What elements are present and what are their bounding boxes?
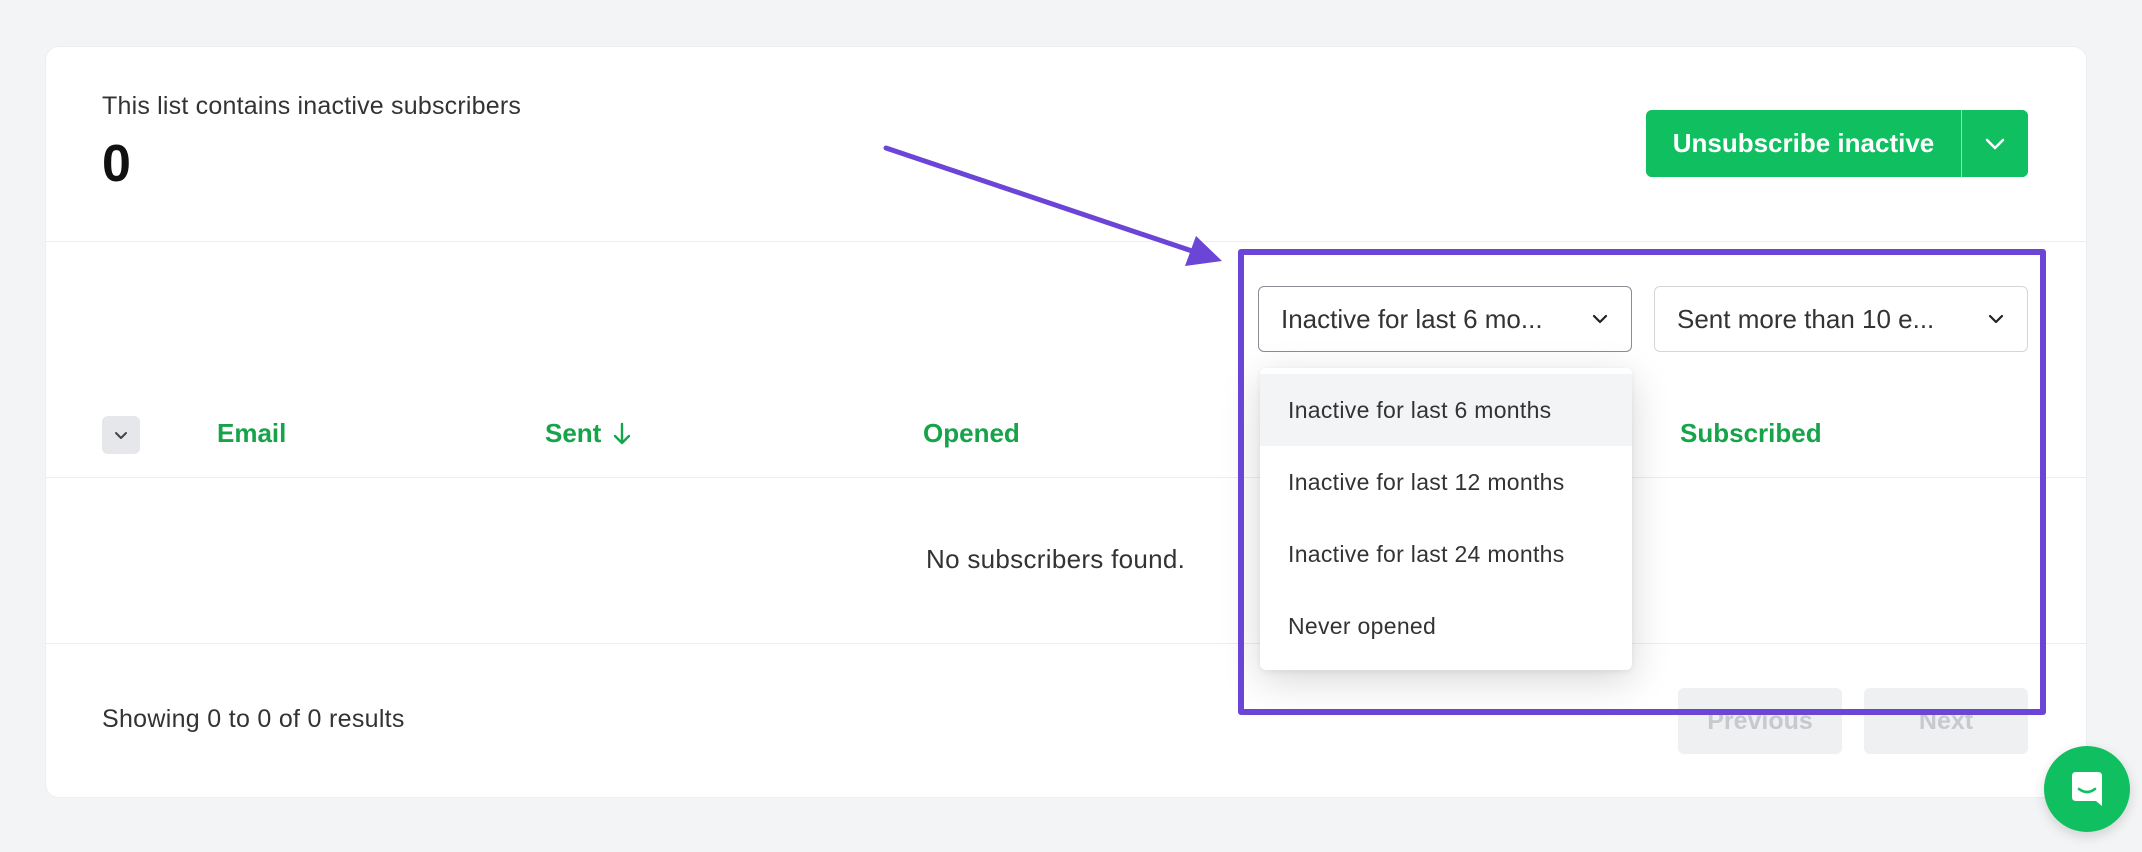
chevron-down-icon xyxy=(1988,314,2004,324)
chevron-down-icon xyxy=(1592,314,1608,324)
next-page-button[interactable]: Next xyxy=(1864,688,2028,754)
sent-filter-select[interactable]: Sent more than 10 e... xyxy=(1654,286,2028,352)
unsubscribe-options-button[interactable] xyxy=(1961,110,2028,177)
unsubscribe-button-group: Unsubscribe inactive xyxy=(1646,110,2028,177)
dropdown-option-12-months[interactable]: Inactive for last 12 months xyxy=(1260,446,1632,518)
column-opened-label: Opened xyxy=(923,418,1020,448)
chevron-down-icon xyxy=(115,432,127,439)
column-email-label: Email xyxy=(217,418,287,448)
chat-launcher-button[interactable] xyxy=(2044,746,2130,832)
table-header-divider xyxy=(46,477,2086,478)
dropdown-option-never-opened[interactable]: Never opened xyxy=(1260,590,1632,662)
chevron-down-icon xyxy=(1985,138,2005,149)
dropdown-option-6-months[interactable]: Inactive for last 6 months xyxy=(1260,374,1632,446)
sent-filter-value: Sent more than 10 e... xyxy=(1677,303,1935,334)
chat-bubble-icon xyxy=(2072,772,2102,806)
column-subscribed[interactable]: Subscribed xyxy=(1680,418,1822,449)
previous-page-button[interactable]: Previous xyxy=(1678,688,1842,754)
column-email[interactable]: Email xyxy=(217,418,286,449)
inactivity-filter-value: Inactive for last 6 mo... xyxy=(1281,303,1543,334)
table-footer-divider xyxy=(46,643,2086,644)
header-divider xyxy=(46,241,2086,242)
subscribers-table-header: Email Sent Opened Subscribed xyxy=(46,398,2086,478)
inactivity-filter-dropdown: Inactive for last 6 months Inactive for … xyxy=(1260,368,1632,670)
unsubscribe-inactive-button[interactable]: Unsubscribe inactive xyxy=(1646,110,1961,177)
column-sent[interactable]: Sent xyxy=(545,418,633,449)
column-opened[interactable]: Opened xyxy=(923,418,1020,449)
empty-state-message: No subscribers found. xyxy=(926,544,1186,574)
select-all-toggle[interactable] xyxy=(102,416,140,454)
dropdown-option-24-months[interactable]: Inactive for last 24 months xyxy=(1260,518,1632,590)
inactive-summary-count: 0 xyxy=(102,135,131,193)
column-sent-label: Sent xyxy=(545,418,602,448)
inactive-summary-label: This list contains inactive subscribers xyxy=(102,92,522,120)
arrow-down-icon xyxy=(614,422,631,444)
column-subscribed-label: Subscribed xyxy=(1680,418,1822,448)
inactivity-filter-select[interactable]: Inactive for last 6 mo... xyxy=(1258,286,1632,352)
pagination-summary: Showing 0 to 0 of 0 results xyxy=(102,705,405,733)
